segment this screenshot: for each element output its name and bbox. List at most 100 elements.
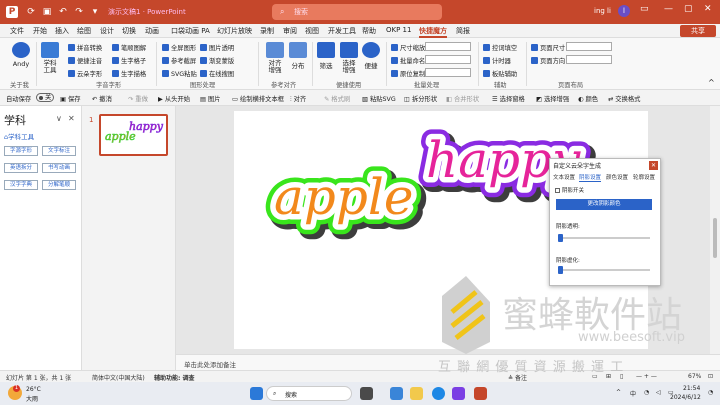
- undo-icon[interactable]: ↶: [56, 5, 70, 19]
- avatar[interactable]: l: [618, 5, 630, 17]
- andy-button[interactable]: Andy: [8, 42, 34, 68]
- menu-view[interactable]: 视图: [305, 26, 319, 36]
- collapse-ribbon-icon[interactable]: ^: [708, 78, 715, 87]
- char-dictionary-button[interactable]: 汉字字典: [4, 180, 38, 190]
- select-enhance-button[interactable]: 选择 增强: [338, 42, 360, 74]
- opacity-slider[interactable]: [558, 234, 650, 242]
- menu-quick-magic[interactable]: 快捷魔方: [419, 26, 447, 38]
- share-button[interactable]: 共享: [680, 25, 716, 37]
- online-image-search-button[interactable]: 在线搜图: [200, 69, 234, 78]
- panel-dropdown-icon[interactable]: ∨: [56, 114, 62, 123]
- qat-swap-format[interactable]: ⇄ 交换格式: [608, 94, 640, 103]
- qat-save[interactable]: ▣ 保存: [60, 94, 81, 103]
- slide-thumbnail[interactable]: apple happy: [99, 114, 168, 156]
- tab-color-settings[interactable]: 颜色设置: [606, 173, 628, 181]
- qat-selection-pane[interactable]: ☰ 选择窗格: [492, 94, 525, 103]
- qat-undo[interactable]: ↶ 撤消: [92, 94, 112, 103]
- menu-draw[interactable]: 绘图: [77, 26, 91, 36]
- qat-merge-shape[interactable]: ◧ 合并形状: [446, 94, 479, 103]
- pinyin-convert-button[interactable]: 拼音转换: [68, 43, 102, 52]
- qat-redo[interactable]: ↷ 重做: [128, 94, 148, 103]
- timer-button[interactable]: 计时器: [483, 56, 511, 65]
- stroke-order-button[interactable]: 笔顺图解: [112, 43, 146, 52]
- rename-dropdown[interactable]: [425, 55, 471, 64]
- menu-animations[interactable]: 动画: [145, 26, 159, 36]
- svg-paste-button[interactable]: SVG粘贴: [162, 69, 197, 78]
- save-icon[interactable]: ▣: [40, 5, 54, 19]
- file-explorer-icon[interactable]: [410, 387, 423, 400]
- menu-insert[interactable]: 插入: [55, 26, 69, 36]
- autosave-toggle[interactable]: 关: [36, 93, 54, 102]
- taskbar-search[interactable]: ⌕ 搜索: [266, 386, 352, 401]
- powerpoint-taskbar-icon[interactable]: [474, 387, 487, 400]
- widgets-icon[interactable]: [390, 387, 403, 400]
- cloud-text-button[interactable]: 云朵字形: [68, 69, 102, 78]
- menu-okp[interactable]: OKP 11: [386, 26, 411, 34]
- writing-animation-button[interactable]: 书写动画: [42, 163, 76, 173]
- menu-pocket-animation[interactable]: 口袋动画 PA: [171, 26, 210, 36]
- edge-icon[interactable]: [432, 387, 445, 400]
- quick-annotate-button[interactable]: 便捷注音: [68, 56, 102, 65]
- qat-paste-svg[interactable]: ▧ 粘贴SVG: [362, 94, 396, 103]
- blur-slider[interactable]: [558, 266, 650, 274]
- size-scale-dropdown[interactable]: [425, 42, 471, 51]
- opacity-slider-knob[interactable]: [558, 234, 563, 242]
- tab-text-settings[interactable]: 文本设置: [553, 173, 575, 181]
- qat-align[interactable]: ⫶ 对齐: [290, 94, 306, 104]
- zoom-slider[interactable]: — + —: [636, 373, 657, 380]
- filter-button[interactable]: 筛选: [316, 42, 336, 70]
- fit-slide-icon[interactable]: ⊡: [708, 373, 713, 380]
- distribute-button[interactable]: 分布: [288, 42, 308, 70]
- search-box[interactable]: ⌕ 搜索: [272, 4, 442, 20]
- show-hidden-icons[interactable]: ^: [616, 389, 621, 396]
- subject-tool-link[interactable]: ⌂学科工具: [4, 131, 34, 141]
- change-shadow-color-button[interactable]: 更改阴影颜色: [556, 199, 652, 210]
- board-assist-button[interactable]: 板贴辅助: [483, 69, 517, 78]
- menu-slideshow[interactable]: 幻灯片放映: [217, 26, 252, 36]
- dialog-close-button[interactable]: ✕: [649, 161, 658, 170]
- network-icon[interactable]: ◔: [644, 389, 649, 396]
- panel-close-icon[interactable]: ✕: [68, 114, 75, 123]
- page-orientation-dropdown[interactable]: [566, 55, 612, 64]
- ime-indicator[interactable]: 中: [630, 389, 636, 398]
- english-split-button[interactable]: 英语拆分: [4, 163, 38, 173]
- fullscreen-shape-button[interactable]: 全屏图形: [162, 43, 196, 52]
- stroke-breakdown-button[interactable]: 分解笔顺: [42, 180, 76, 190]
- tab-outline-settings[interactable]: 轮廓设置: [633, 173, 655, 181]
- image-transparent-button[interactable]: 图片透明: [200, 43, 234, 52]
- autosave-icon[interactable]: ⟳: [24, 5, 38, 19]
- menu-design[interactable]: 设计: [100, 26, 114, 36]
- char-origin-button[interactable]: 字源字形: [4, 146, 38, 156]
- tab-shadow-settings[interactable]: 阴影设置: [579, 173, 602, 182]
- language-status[interactable]: 简体中文(中国大陆): [92, 373, 145, 382]
- maximize-icon[interactable]: ▢: [684, 4, 693, 14]
- zoom-level[interactable]: 67%: [688, 373, 701, 380]
- accessibility-status[interactable]: 辅助功能: 调查: [154, 373, 195, 382]
- blur-slider-knob[interactable]: [558, 266, 563, 274]
- qat-split-shape[interactable]: ◫ 拆分形状: [404, 94, 437, 103]
- minimize-icon[interactable]: —: [664, 4, 673, 14]
- start-icon[interactable]: [250, 387, 263, 400]
- qat-format-painter[interactable]: ✎ 格式刷: [324, 94, 350, 103]
- menu-review[interactable]: 审阅: [283, 26, 297, 36]
- qat-select-enhance[interactable]: ◩ 选择增强: [536, 94, 569, 103]
- page-size-dropdown[interactable]: [566, 42, 612, 51]
- vertical-scrollbar[interactable]: [710, 106, 720, 354]
- visual-studio-icon[interactable]: [452, 387, 465, 400]
- menu-home[interactable]: 开始: [33, 26, 47, 36]
- in-place-copy-button[interactable]: 原位复制: [391, 69, 425, 78]
- gradient-mask-button[interactable]: 渐变蒙版: [200, 56, 234, 65]
- menu-briefing[interactable]: 简报: [456, 26, 470, 36]
- qat-color[interactable]: ◐ 颜色: [578, 94, 598, 103]
- notification-icon[interactable]: ◔: [708, 389, 713, 396]
- easy-use-button[interactable]: 便捷: [362, 42, 380, 70]
- fill-blank-button[interactable]: 控词填空: [483, 43, 517, 52]
- qat-from-start[interactable]: ▶ 从头开始: [158, 94, 190, 103]
- menu-developer[interactable]: 开发工具: [328, 26, 356, 36]
- redo-icon[interactable]: ↷: [72, 5, 86, 19]
- customize-qat-icon[interactable]: ▾: [88, 5, 102, 19]
- batch-rename-button[interactable]: 批量命名: [391, 56, 425, 65]
- menu-file[interactable]: 文件: [10, 26, 24, 36]
- menu-record[interactable]: 录制: [260, 26, 274, 36]
- close-icon[interactable]: ✕: [704, 4, 712, 14]
